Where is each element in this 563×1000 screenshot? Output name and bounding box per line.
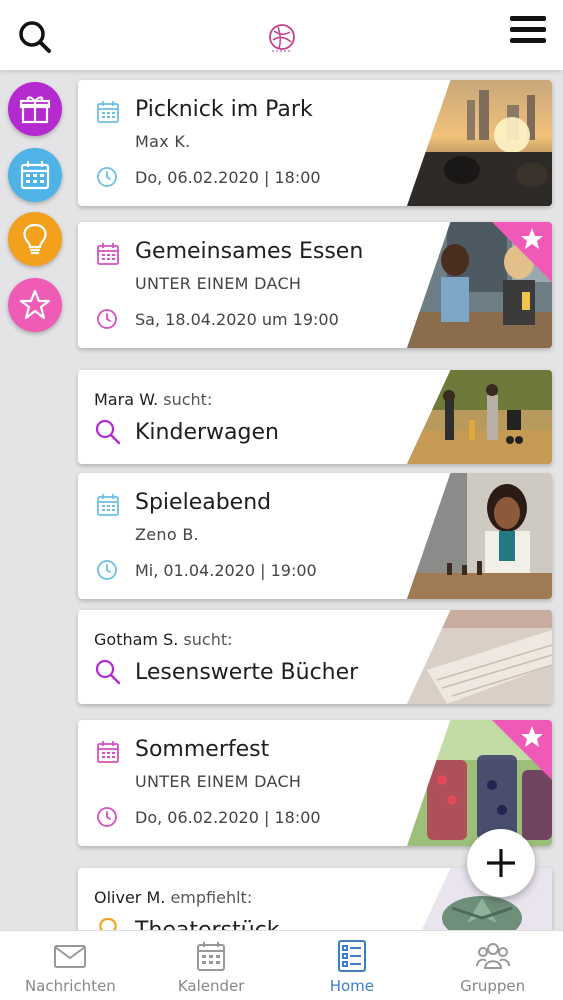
category-calendar-button[interactable] [8,148,62,202]
magnifier-icon [95,659,121,685]
clock-icon [97,807,117,827]
search-icon[interactable] [16,18,56,58]
add-button[interactable] [467,829,535,897]
plus-icon [487,849,515,877]
event-card[interactable]: Picknick im Park Max K. Do, 06.02.2020 |… [78,80,552,206]
nav-label: Kalender [177,977,245,995]
category-idea-button[interactable] [8,212,62,266]
event-title: Sommerfest [135,737,270,762]
nav-item-gruppen[interactable]: Gruppen [422,931,563,1000]
nav-item-kalender[interactable]: Kalender [141,931,282,1000]
category-favorites-button[interactable] [8,278,62,332]
bottom-navigation: Nachrichten Kalender Home Gruppen [0,930,563,1000]
nav-label: Nachrichten [24,977,116,995]
event-card[interactable]: Sommerfest UNTER EINEM DACH Do, 06.02.20… [78,720,552,846]
gift-icon [19,96,51,124]
event-datetime: Sa, 18.04.2020 um 19:00 [135,310,339,329]
clock-icon [97,309,117,329]
event-datetime: Do, 06.02.2020 | 18:00 [135,808,321,827]
featured-ribbon-icon [492,222,552,282]
request-verb: sucht: [163,390,213,409]
recommendation-author: Oliver M. [94,888,166,907]
recommendation-verb: empfiehlt: [170,888,253,907]
magnifier-icon [95,419,121,445]
request-title: Lesenswerte Bücher [135,660,359,685]
calendar-icon [97,741,119,763]
nav-item-home[interactable]: Home [282,931,423,1000]
calendar-icon [97,243,119,265]
search-request-card[interactable]: Gotham S. sucht: Lesenswerte Bücher [78,610,552,704]
event-card[interactable]: Spieleabend Zeno B. Mi, 01.04.2020 | 19:… [78,473,552,599]
search-request-card[interactable]: Mara W. sucht: Kinderwagen [78,370,552,464]
event-card[interactable]: Gemeinsames Essen UNTER EINEM DACH Sa, 1… [78,222,552,348]
group-icon [475,943,510,969]
nav-label: Home [329,977,375,995]
clock-icon [97,560,117,580]
featured-ribbon-icon [492,720,552,780]
request-author: Mara W. [94,390,159,409]
request-verb: sucht: [183,630,233,649]
calendar-icon [97,101,119,123]
request-title: Kinderwagen [135,420,279,445]
event-title: Spieleabend [135,490,272,515]
event-title: Gemeinsames Essen [135,239,364,264]
event-organizer: Zeno B. [135,525,199,544]
event-datetime: Do, 06.02.2020 | 18:00 [135,168,321,187]
calendar-icon [197,942,226,971]
hamburger-menu-icon[interactable] [510,16,546,48]
event-organizer: UNTER EINEM DACH [135,274,302,293]
request-author-line: Gotham S. sucht: [94,630,233,649]
event-image [407,80,552,206]
home-list-icon [337,940,366,972]
recommendation-author-line: Oliver M. empfiehlt: [94,888,252,907]
request-author: Gotham S. [94,630,179,649]
request-author-line: Mara W. sucht: [94,390,212,409]
nav-item-nachrichten[interactable]: Nachrichten [0,931,141,1000]
app-logo-icon [264,22,300,54]
request-image [407,610,552,704]
event-title: Picknick im Park [135,97,313,122]
app-header [0,0,563,70]
calendar-icon [97,494,119,516]
clock-icon [97,167,117,187]
request-image [407,370,552,464]
event-image [407,473,552,599]
calendar-icon [20,161,50,190]
star-icon [19,289,51,320]
event-organizer: UNTER EINEM DACH [135,772,302,791]
event-datetime: Mi, 01.04.2020 | 19:00 [135,561,317,580]
mail-icon [54,945,87,968]
lightbulb-icon [23,223,47,255]
event-organizer: Max K. [135,132,191,151]
category-gift-button[interactable] [8,82,62,136]
nav-label: Gruppen [460,977,526,995]
